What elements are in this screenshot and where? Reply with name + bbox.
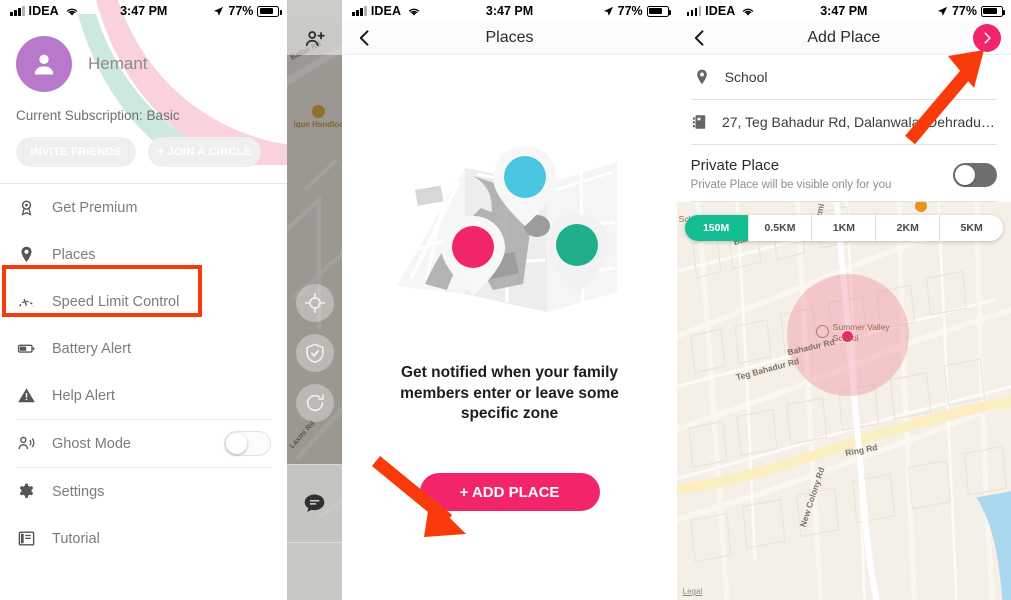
sidebar-item-get-premium[interactable]: Get Premium	[0, 184, 287, 231]
person-avatar-icon	[34, 54, 54, 75]
page-title: Places	[485, 29, 534, 46]
status-bar-drawer: IDEA 3:47 PM 77%	[0, 0, 287, 22]
drawer-menu: Get Premium Places Speed Limit Control B…	[0, 183, 288, 562]
sidebar-item-places[interactable]: Places	[0, 231, 287, 278]
place-name-value: School	[724, 69, 768, 85]
sidebar-item-label: Get Premium	[52, 199, 138, 216]
radius-selector: 150M 0.5KM 1KM 2KM 5KM	[684, 215, 1004, 241]
shield-check-icon	[306, 343, 325, 363]
sidebar-item-tutorial[interactable]: Tutorial	[0, 515, 287, 562]
toggle-knob	[955, 165, 976, 185]
private-place-toggle[interactable]	[953, 163, 998, 187]
sidebar-item-settings[interactable]: Settings	[0, 468, 287, 515]
page-title: Add Place	[807, 29, 881, 46]
drawer-content: Hemant Current Subscription: Basic INVIT…	[0, 22, 288, 562]
next-button[interactable]	[973, 24, 1002, 52]
places-navbar: Places	[342, 22, 677, 55]
sidebar-item-label: Settings	[52, 483, 105, 500]
crosshair-target-icon	[305, 292, 326, 314]
radius-option-150m[interactable]: 150M	[684, 215, 749, 241]
sidebar-item-label: Help Alert	[52, 387, 115, 404]
radius-option-1km[interactable]: 1KM	[812, 215, 877, 241]
user-name-label: Hemant	[88, 54, 148, 73]
add-place-navbar: Add Place	[676, 22, 1011, 55]
radius-option-2km[interactable]: 2KM	[876, 215, 941, 241]
chevron-left-icon	[694, 30, 704, 46]
battery-icon	[981, 5, 1006, 17]
back-button[interactable]	[354, 27, 376, 49]
person-waves-icon	[16, 434, 36, 454]
battery-icon	[646, 5, 671, 17]
folded-map-illustration	[396, 145, 617, 312]
drawer-cta-row: INVITE FRIENDS + JOIN A CIRCLE	[0, 123, 287, 183]
ghost-mode-toggle[interactable]	[224, 431, 272, 456]
subscription-label: Current Subscription: Basic	[16, 108, 180, 123]
radius-option-0.5km[interactable]: 0.5KM	[749, 215, 813, 241]
private-place-row: Private Place Private Place will be visi…	[690, 145, 998, 202]
map-attribution[interactable]: Legal	[683, 587, 703, 596]
sidebar-item-label: Battery Alert	[52, 340, 131, 357]
toggle-knob	[226, 433, 248, 454]
map-pin-icon	[691, 68, 713, 86]
book-icon	[16, 529, 36, 549]
empty-state: Get notified when your family members en…	[342, 55, 676, 600]
sidebar-item-battery-alert[interactable]: Battery Alert	[0, 325, 287, 372]
invite-friends-button[interactable]: INVITE FRIENDS	[16, 137, 136, 167]
avatar[interactable]	[16, 36, 72, 92]
status-bar-places: IDEA 3:47 PM 77%	[342, 0, 676, 22]
places-empty-state-panel: IDEA 3:47 PM 77% Places Get notified whe…	[342, 0, 677, 600]
status-bar-add-place: IDEA 3:47 PM 77%	[677, 0, 1011, 22]
back-button[interactable]	[689, 27, 711, 49]
clock-label: 3:47 PM	[485, 4, 534, 18]
chat-bubble-icon	[305, 494, 325, 513]
private-place-title: Private Place	[690, 157, 780, 174]
clock-label: 3:47 PM	[120, 4, 168, 18]
add-place-panel: IDEA 3:47 PM 77% Add Place School 27, Te…	[676, 0, 1011, 600]
chat-button[interactable]	[287, 464, 343, 542]
sidebar-item-label: Tutorial	[52, 530, 100, 547]
dimmed-navbar[interactable]	[287, 22, 343, 55]
speedometer-icon	[16, 292, 36, 312]
battery-icon	[16, 339, 36, 359]
radius-option-5km[interactable]: 5KM	[940, 215, 1003, 241]
place-name-field[interactable]: School	[690, 55, 998, 100]
gear-icon	[16, 482, 36, 502]
clock-label: 3:47 PM	[820, 4, 868, 18]
map-base-artwork	[676, 202, 1011, 600]
warning-triangle-icon	[16, 386, 36, 406]
place-address-value: 27, Teg Bahadur Rd, Dalanwala, Dehradun,…	[721, 114, 997, 130]
private-place-subtitle: Private Place will be visible only for y…	[690, 179, 892, 191]
map-pin-icon	[16, 245, 36, 265]
navigation-drawer-panel: IDEA 3:47 PM 77% Hemant Current Subscrip…	[0, 0, 288, 600]
add-place-button[interactable]: + ADD PLACE	[419, 473, 600, 512]
chevron-right-icon	[984, 32, 991, 44]
place-marker-label: Summer Valley School	[832, 322, 890, 343]
chevron-left-icon	[360, 30, 369, 46]
private-place-text: Private Place Private Place will be visi…	[691, 157, 892, 191]
sidebar-item-ghost-mode[interactable]: Ghost Mode	[0, 420, 287, 467]
geofence-map[interactable]: Summer Valley School School Balbir Rd La…	[676, 202, 1011, 600]
map-poi-marker	[914, 202, 927, 212]
sidebar-item-speed-limit-control[interactable]: Speed Limit Control	[0, 278, 287, 325]
building-icon	[691, 113, 710, 131]
place-address-field[interactable]: 27, Teg Bahadur Rd, Dalanwala, Dehradun,…	[690, 100, 998, 145]
school-poi-icon	[815, 325, 829, 338]
sidebar-item-label: Ghost Mode	[52, 435, 131, 452]
sidebar-item-help-alert[interactable]: Help Alert	[0, 372, 287, 419]
dimmed-map-background-strip: ique Handloo Balbir Rd Laxmi Rd	[287, 0, 343, 600]
battery-icon	[257, 5, 282, 17]
status-bar-dimmed	[287, 0, 343, 22]
profile-header[interactable]: Hemant	[0, 22, 287, 92]
medal-icon	[16, 198, 36, 218]
empty-state-message: Get notified when your family members en…	[400, 363, 619, 423]
sidebar-item-label: Places	[52, 246, 96, 263]
three-panel-screenshot: IDEA 3:47 PM 77% Hemant Current Subscrip…	[0, 0, 1011, 600]
add-person-icon	[305, 30, 325, 46]
join-circle-button[interactable]: + JOIN A CIRCLE	[148, 137, 261, 167]
sidebar-item-label: Speed Limit Control	[52, 293, 180, 310]
dimmed-footer	[287, 542, 343, 600]
refresh-circle-icon	[307, 394, 325, 412]
